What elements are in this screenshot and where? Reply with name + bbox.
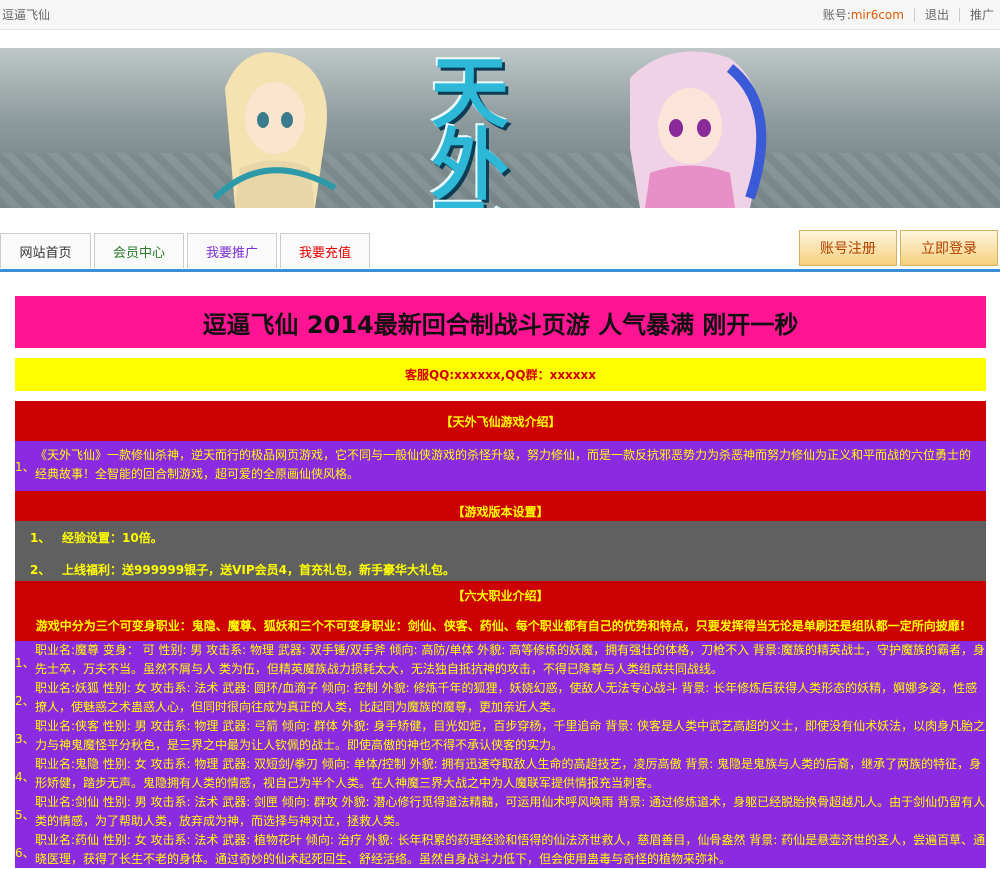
logout-link[interactable]: 退出 [925, 6, 949, 23]
main-content: 逗逼飞仙 2014最新回合制战斗页游 人气暴满 刚开一秒 客服QQ:xxxxxx… [0, 281, 1000, 868]
game-banner: 天外飞 [0, 48, 1000, 208]
list-item: 6、 职业名:药仙 性别: 女 攻击系: 法术 武器: 植物花叶 倾向: 治疗 … [15, 831, 986, 868]
divider [913, 7, 915, 22]
item-text: 《天外飞仙》一款修仙杀神，逆天而行的极品网页游戏，它不同与一般仙侠游戏的杀怪升级… [35, 448, 972, 481]
item-text: 职业名:妖狐 性别: 女 攻击系: 法术 武器: 圆环/血滴子 倾向: 控制 外… [35, 681, 978, 714]
item-text: 职业名:鬼隐 性别: 女 攻击系: 物理 武器: 双短剑/拳刃 倾向: 单体/控… [35, 757, 982, 790]
banner-title-art: 天外飞 [430, 48, 509, 209]
page-headline: 逗逼飞仙 2014最新回合制战斗页游 人气暴满 刚开一秒 [15, 296, 986, 348]
item-text: 经验设置：10倍。 [62, 530, 163, 545]
item-number: 1、 [30, 530, 51, 545]
list-item: 4、 职业名:鬼隐 性别: 女 攻击系: 物理 武器: 双短剑/拳刃 倾向: 单… [15, 755, 986, 793]
login-button[interactable]: 立即登录 [900, 230, 998, 266]
list-item: 1、 职业名:魔尊 变身： 可 性别: 男 攻击系: 物理 武器: 双手锤/双手… [15, 641, 986, 679]
item-number: 3、 [15, 732, 35, 746]
version-block: 1、 经验设置：10倍。 2、 上线福利：送999999银子，送VIP会员4，首… [15, 521, 986, 585]
list-item: 5、 职业名:剑仙 性别: 男 攻击系: 法术 武器: 剑匣 倾向: 群攻 外貌… [15, 793, 986, 831]
list-item: 1、 《天外飞仙》一款修仙杀神，逆天而行的极品网页游戏，它不同与一般仙侠游戏的杀… [15, 441, 986, 484]
intro-block: 1、 《天外飞仙》一款修仙杀神，逆天而行的极品网页游戏，它不同与一般仙侠游戏的杀… [15, 441, 986, 491]
tab-home[interactable]: 网站首页 [0, 233, 91, 268]
item-number: 4、 [15, 770, 35, 784]
item-number: 5、 [15, 808, 35, 822]
tab-promote[interactable]: 我要推广 [187, 233, 277, 268]
login-label: 立即登录 [921, 241, 977, 257]
class-section-summary: 游戏中分为三个可变身职业：鬼隐、魔尊、狐妖和三个不可变身职业：剑仙、侠客、药仙、… [15, 609, 986, 641]
item-number: 6、 [15, 846, 35, 860]
item-text: 职业名:剑仙 性别: 男 攻击系: 法术 武器: 剑匣 倾向: 群攻 外貌: 潜… [35, 795, 986, 828]
tab-member-center-label: 会员中心 [112, 245, 165, 261]
tab-recharge-label: 我要充值 [298, 245, 351, 261]
item-text: 职业名:药仙 性别: 女 攻击系: 法术 武器: 植物花叶 倾向: 治疗 外貌:… [35, 833, 986, 866]
item-number: 1、 [15, 460, 35, 474]
item-text: 职业名:侠客 性别: 男 攻击系: 物理 武器: 弓箭 倾向: 群体 外貌: 身… [35, 719, 986, 752]
character-right-image [630, 51, 767, 208]
item-number: 2、 [30, 562, 51, 577]
register-label: 账号注册 [820, 241, 876, 257]
item-number: 1、 [15, 656, 35, 670]
customer-service-qq: 客服QQ:xxxxxx,QQ群：xxxxxx [15, 358, 986, 391]
tab-home-label: 网站首页 [19, 245, 72, 261]
account-value[interactable]: mir6com [851, 8, 904, 22]
promote-link[interactable]: 推广 [970, 6, 994, 23]
class-section-title: 【六大职业介绍】 [15, 581, 986, 609]
tab-recharge[interactable]: 我要充值 [280, 233, 370, 268]
account-label: 账号: [822, 8, 851, 22]
item-text: 上线福利：送999999银子，送VIP会员4，首充礼包，新手豪华大礼包。 [62, 562, 455, 577]
top-bar-links: 账号: mir6com 退出 推广 [823, 6, 994, 23]
register-button[interactable]: 账号注册 [799, 230, 897, 266]
main-nav: 网站首页 会员中心 我要推广 我要充值 账号注册 立即登录 [0, 230, 1000, 272]
site-name: 逗逼飞仙 [2, 8, 51, 22]
divider [958, 7, 960, 22]
item-number: 2、 [15, 694, 35, 708]
list-item: 2、 职业名:妖狐 性别: 女 攻击系: 法术 武器: 圆环/血滴子 倾向: 控… [15, 679, 986, 717]
class-list: 1、 职业名:魔尊 变身： 可 性别: 男 攻击系: 物理 武器: 双手锤/双手… [15, 641, 986, 868]
tab-member-center[interactable]: 会员中心 [94, 233, 184, 268]
item-text: 职业名:魔尊 变身： 可 性别: 男 攻击系: 物理 武器: 双手锤/双手斧 倾… [35, 643, 985, 676]
intro-section-title: 【天外飞仙游戏介绍】 [15, 401, 986, 441]
character-left-image [212, 52, 337, 208]
tab-promote-label: 我要推广 [205, 245, 258, 261]
list-item: 3、 职业名:侠客 性别: 男 攻击系: 物理 武器: 弓箭 倾向: 群体 外貌… [15, 717, 986, 755]
top-bar: 逗逼飞仙 账号: mir6com 退出 推广 [0, 0, 1000, 30]
list-item: 1、 经验设置：10倍。 [15, 521, 986, 553]
